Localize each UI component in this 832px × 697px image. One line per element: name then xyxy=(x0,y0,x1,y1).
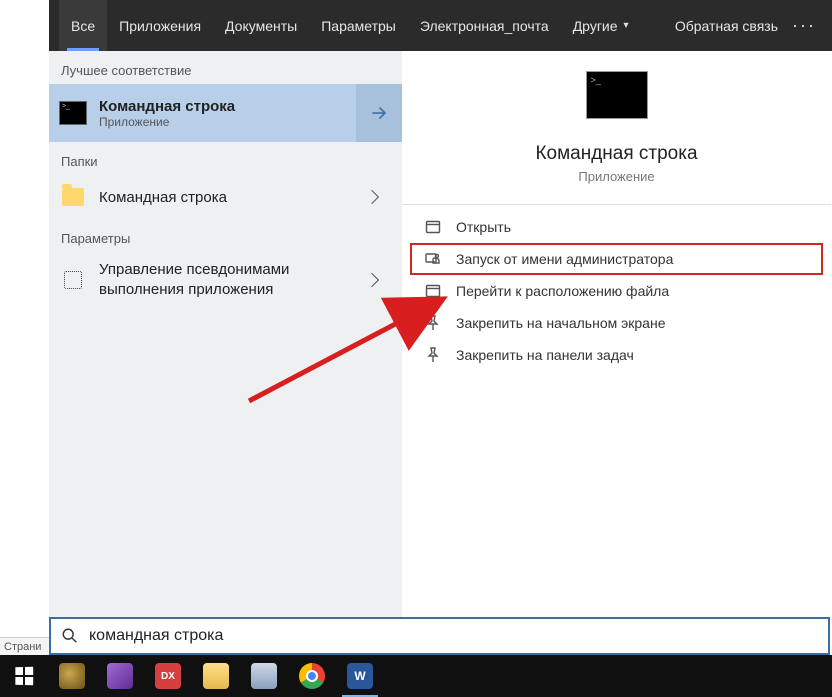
vs-icon xyxy=(107,663,133,689)
open-icon xyxy=(424,219,442,235)
tab-label: Электронная_почта xyxy=(420,18,549,34)
search-results-panel: Лучшее соответствие Командная строка При… xyxy=(49,51,831,619)
explorer-icon xyxy=(203,663,229,689)
tab-apps[interactable]: Приложения xyxy=(107,0,213,51)
taskbar-notepad[interactable] xyxy=(240,655,288,697)
folder-icon xyxy=(59,183,87,211)
results-list: Лучшее соответствие Командная строка При… xyxy=(49,51,402,619)
result-title: Командная строка xyxy=(99,189,340,206)
taskbar-app-1[interactable] xyxy=(48,655,96,697)
expand-arrow[interactable] xyxy=(352,260,392,301)
more-options-icon[interactable]: ··· xyxy=(786,15,822,36)
admin-shield-icon xyxy=(424,251,442,267)
search-input[interactable] xyxy=(89,627,818,645)
action-label: Открыть xyxy=(456,219,511,235)
expand-arrow-button[interactable] xyxy=(356,84,402,142)
cmd-large-icon xyxy=(586,71,648,119)
taskbar: DX W xyxy=(0,655,832,697)
taskbar-chrome[interactable] xyxy=(288,655,336,697)
settings-list-icon xyxy=(59,266,87,294)
tab-label: Приложения xyxy=(119,18,201,34)
chevron-down-icon: ▾ xyxy=(624,20,629,31)
result-setting[interactable]: Управление псевдонимами выполнения прило… xyxy=(49,252,402,309)
tab-email[interactable]: Электронная_почта xyxy=(408,0,561,51)
chevron-right-icon xyxy=(365,190,379,204)
preview-icon-wrap xyxy=(402,71,831,119)
statusbar-fragment: Страни xyxy=(0,637,49,655)
tab-more[interactable]: Другие ▾ xyxy=(561,0,641,51)
tab-label: Параметры xyxy=(321,18,396,34)
word-icon: W xyxy=(347,663,373,689)
result-title: Управление псевдонимами выполнения прило… xyxy=(99,260,340,301)
section-settings: Параметры xyxy=(49,219,402,252)
result-texts: Командная строка Приложение xyxy=(99,98,392,129)
taskbar-explorer[interactable] xyxy=(192,655,240,697)
action-open[interactable]: Открыть xyxy=(410,211,823,243)
action-label: Запуск от имени администратора xyxy=(456,251,673,267)
tabs-container: Все Приложения Документы Параметры Элект… xyxy=(59,0,641,51)
feedback-link[interactable]: Обратная связь xyxy=(675,18,778,34)
topbar-right: Обратная связь ··· xyxy=(675,15,832,36)
action-label: Перейти к расположению файла xyxy=(456,283,669,299)
arrow-right-icon xyxy=(369,103,389,123)
dx-icon: DX xyxy=(155,663,181,689)
result-texts: Управление псевдонимами выполнения прило… xyxy=(99,260,340,301)
taskbar-visual-studio[interactable] xyxy=(96,655,144,697)
search-box[interactable] xyxy=(49,617,830,655)
section-best-match: Лучшее соответствие xyxy=(49,51,402,84)
start-button[interactable] xyxy=(0,655,48,697)
result-title: Командная строка xyxy=(99,98,392,115)
action-label: Закрепить на начальном экране xyxy=(456,315,666,331)
section-folders: Папки xyxy=(49,142,402,175)
tab-documents[interactable]: Документы xyxy=(213,0,309,51)
preview-subtitle: Приложение xyxy=(402,169,831,184)
pin-start-icon xyxy=(424,315,442,331)
action-run-as-admin[interactable]: Запуск от имени администратора xyxy=(410,243,823,275)
taskbar-word[interactable]: W xyxy=(336,655,384,697)
result-texts: Командная строка xyxy=(99,189,340,206)
tab-settings[interactable]: Параметры xyxy=(309,0,408,51)
action-pin-start[interactable]: Закрепить на начальном экране xyxy=(410,307,823,339)
chevron-right-icon xyxy=(365,273,379,287)
tab-all[interactable]: Все xyxy=(59,0,107,51)
tab-label: Все xyxy=(71,18,95,34)
cmd-icon xyxy=(59,99,87,127)
taskbar-dx[interactable]: DX xyxy=(144,655,192,697)
pin-taskbar-icon xyxy=(424,347,442,363)
search-filter-tabs: Все Приложения Документы Параметры Элект… xyxy=(49,0,832,51)
result-best-match[interactable]: Командная строка Приложение xyxy=(49,84,402,142)
tab-label: Документы xyxy=(225,18,297,34)
location-icon xyxy=(424,283,442,299)
action-open-location[interactable]: Перейти к расположению файла xyxy=(410,275,823,307)
action-pin-taskbar[interactable]: Закрепить на панели задач xyxy=(410,339,823,371)
result-folder[interactable]: Командная строка xyxy=(49,175,402,219)
tab-label: Другие xyxy=(573,18,618,34)
chrome-icon xyxy=(299,663,325,689)
preview-title: Командная строка xyxy=(402,143,831,165)
divider xyxy=(402,204,831,205)
windows-logo-icon xyxy=(15,667,33,686)
expand-arrow[interactable] xyxy=(352,183,392,211)
action-list: Открыть Запуск от имени администратора П… xyxy=(402,211,831,371)
result-subtitle: Приложение xyxy=(99,115,392,129)
result-preview-pane: Командная строка Приложение Открыть Запу… xyxy=(402,51,831,619)
search-icon xyxy=(61,627,79,645)
editor-icon xyxy=(251,663,277,689)
action-label: Закрепить на панели задач xyxy=(456,347,634,363)
app-icon xyxy=(59,663,85,689)
